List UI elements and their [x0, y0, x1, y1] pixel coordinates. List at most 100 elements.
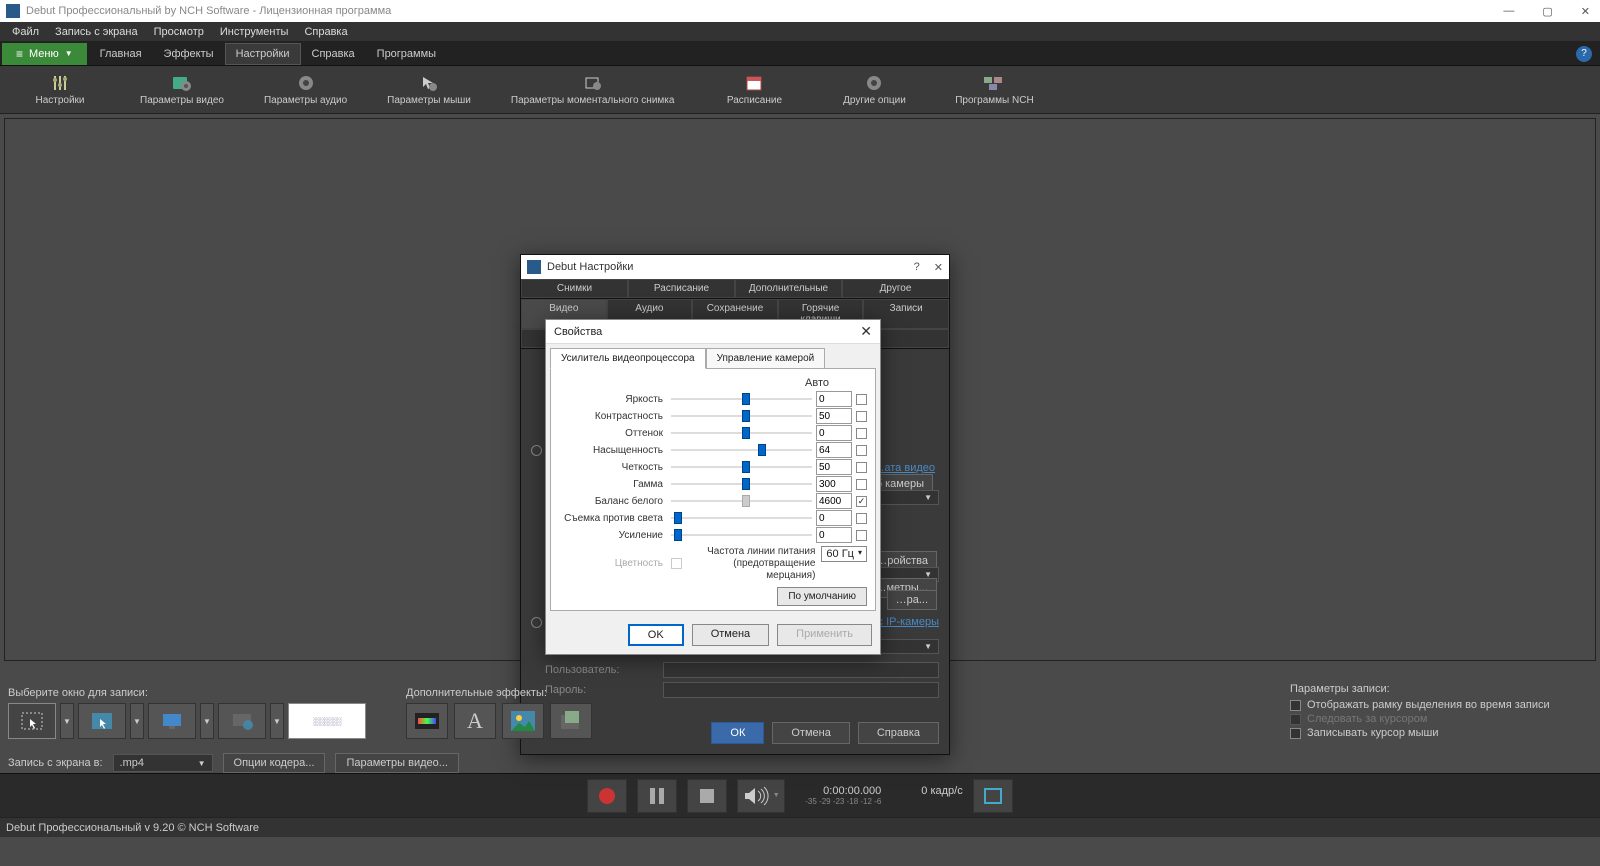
tab-camera-control[interactable]: Управление камерой	[706, 348, 826, 369]
fx-text-button[interactable]: A	[454, 703, 496, 739]
fx-image-button[interactable]	[502, 703, 544, 739]
chroma-checkbox[interactable]	[671, 558, 682, 569]
tab-schedule[interactable]: Расписание	[628, 279, 735, 298]
capture-screen-dropdown[interactable]: ▼	[200, 703, 214, 739]
prop-auto-checkbox[interactable]	[856, 411, 867, 422]
prop-slider[interactable]	[671, 409, 812, 423]
capture-screen-button[interactable]	[148, 703, 196, 739]
tool-nch-programs[interactable]: Программы NCH	[934, 73, 1054, 106]
help-icon[interactable]: ?	[1576, 46, 1592, 62]
dialog-help-button[interactable]: ?	[914, 261, 920, 274]
transport-bar: ▼ 0:00:00.000 -35 -29 -23 -18 -12 -6 0 к…	[0, 773, 1600, 817]
menu-dropdown-button[interactable]: ≡Меню▼	[2, 43, 87, 65]
properties-ok-button[interactable]: OK	[628, 624, 684, 646]
prop-value-input[interactable]	[816, 442, 852, 458]
tab-main[interactable]: Главная	[89, 43, 153, 65]
menu-file[interactable]: Файл	[4, 24, 47, 40]
dialog-close-button[interactable]: ✕	[934, 261, 943, 274]
tool-settings[interactable]: Настройки	[0, 73, 120, 106]
tool-snapshot-params[interactable]: Параметры моментального снимка	[491, 73, 695, 106]
tab-snapshots[interactable]: Снимки	[521, 279, 628, 298]
prop-value-input[interactable]	[816, 459, 852, 475]
prop-slider[interactable]	[671, 392, 812, 406]
prop-slider[interactable]	[671, 460, 812, 474]
record-cursor-checkbox[interactable]	[1290, 728, 1301, 739]
tool-schedule[interactable]: Расписание	[694, 73, 814, 106]
prop-slider[interactable]	[671, 528, 812, 542]
prop-value-input[interactable]	[816, 527, 852, 543]
prop-slider[interactable]	[671, 477, 812, 491]
menu-screen-record[interactable]: Запись с экрана	[47, 24, 146, 40]
prop-value-input[interactable]	[816, 510, 852, 526]
tool-other-options[interactable]: Другие опции	[814, 73, 934, 106]
tab-settings[interactable]: Настройки	[225, 43, 301, 65]
encoder-options-button[interactable]: Опции кодера...	[223, 753, 326, 773]
minimize-button[interactable]: —	[1499, 5, 1518, 18]
prop-slider[interactable]	[671, 426, 812, 440]
capture-window-button[interactable]	[78, 703, 126, 739]
capture-region-dropdown[interactable]: ▼	[60, 703, 74, 739]
tab-other[interactable]: Другое	[842, 279, 949, 298]
menu-help[interactable]: Справка	[296, 24, 355, 40]
stop-button[interactable]	[687, 779, 727, 813]
prop-value-input[interactable]	[816, 391, 852, 407]
prop-slider[interactable]	[671, 511, 812, 525]
freq-dropdown[interactable]: 60 Гц▾	[821, 546, 867, 562]
prop-auto-checkbox[interactable]	[856, 530, 867, 541]
prop-auto-checkbox[interactable]	[856, 513, 867, 524]
tab-advanced[interactable]: Дополнительные	[735, 279, 842, 298]
camera-button[interactable]: …ра...	[887, 590, 937, 610]
settings-tabs-row1: Снимки Расписание Дополнительные Другое	[521, 279, 949, 299]
prop-auto-checkbox[interactable]	[856, 445, 867, 456]
radio-option[interactable]	[531, 445, 542, 456]
show-frame-checkbox[interactable]	[1290, 700, 1301, 711]
fx-color-button[interactable]	[406, 703, 448, 739]
tool-video-params[interactable]: Параметры видео	[120, 73, 244, 106]
prop-value-input[interactable]	[816, 408, 852, 424]
prop-label: Контрастность	[559, 411, 667, 422]
video-format-link[interactable]: …ата видео	[873, 462, 935, 474]
settings-dialog-title: Debut Настройки	[547, 261, 633, 273]
prop-value-input[interactable]	[816, 425, 852, 441]
volume-button[interactable]: ▼	[737, 779, 785, 813]
prop-auto-checkbox[interactable]	[856, 428, 867, 439]
menu-view[interactable]: Просмотр	[146, 24, 212, 40]
record-button[interactable]	[587, 779, 627, 813]
prop-auto-checkbox[interactable]	[856, 394, 867, 405]
tool-mouse-params[interactable]: Параметры мыши	[367, 73, 491, 106]
property-row: Оттенок	[559, 425, 867, 441]
prop-auto-checkbox[interactable]	[856, 462, 867, 473]
pause-button[interactable]	[637, 779, 677, 813]
tab-effects[interactable]: Эффекты	[153, 43, 225, 65]
prop-slider[interactable]	[671, 443, 812, 457]
video-options-button[interactable]: Параметры видео...	[335, 753, 459, 773]
properties-apply-button[interactable]: Применить	[777, 624, 872, 646]
window-titlebar: Debut Профессиональный by NCH Software -…	[0, 0, 1600, 22]
capture-window-dropdown[interactable]: ▼	[130, 703, 144, 739]
maximize-button[interactable]: ▢	[1538, 5, 1556, 18]
prop-auto-checkbox[interactable]	[856, 479, 867, 490]
record-params-panel: Параметры записи: Отображать рамку выдел…	[1290, 683, 1590, 741]
radio-ip-camera[interactable]	[531, 617, 542, 628]
close-button[interactable]: ✕	[1577, 5, 1594, 18]
user-input[interactable]	[663, 662, 939, 678]
fx-filter-button[interactable]	[550, 703, 592, 739]
preview-thumbnail[interactable]: ░░░░░	[288, 703, 366, 739]
fullscreen-button[interactable]	[973, 779, 1013, 813]
defaults-button[interactable]: По умолчанию	[777, 587, 867, 606]
properties-close-button[interactable]: ✕	[860, 323, 872, 340]
capture-scheduled-dropdown[interactable]: ▼	[270, 703, 284, 739]
menu-tools[interactable]: Инструменты	[212, 24, 297, 40]
tool-audio-params[interactable]: Параметры аудио	[244, 73, 367, 106]
prop-value-input[interactable]	[816, 476, 852, 492]
format-dropdown[interactable]: .mp4▼	[113, 754, 213, 772]
capture-region-button[interactable]	[8, 703, 56, 739]
prop-value-input[interactable]	[816, 493, 852, 509]
capture-scheduled-button[interactable]	[218, 703, 266, 739]
properties-cancel-button[interactable]: Отмена	[692, 624, 769, 646]
prop-label: Яркость	[559, 394, 667, 405]
tab-programs[interactable]: Программы	[366, 43, 447, 65]
tab-video-proc-amp[interactable]: Усилитель видеопроцессора	[550, 348, 706, 369]
tab-help[interactable]: Справка	[301, 43, 366, 65]
prop-auto-checkbox[interactable]: ✓	[856, 496, 867, 507]
